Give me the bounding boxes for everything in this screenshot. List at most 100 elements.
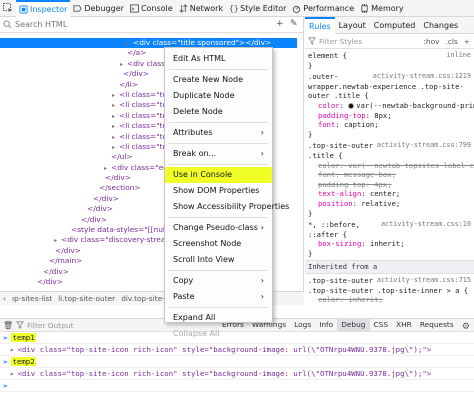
rule-source[interactable]: activity-stream.css:715	[377, 276, 471, 286]
menu-item-use-in-console[interactable]: Use in Console	[165, 167, 272, 183]
expand-toggle-icon[interactable]: ▸	[112, 122, 119, 132]
tab-layout[interactable]: Layout	[335, 17, 370, 34]
tab-memory-label: Memory	[371, 3, 404, 13]
css-property-name: padding-top	[318, 110, 366, 120]
console-settings-icon[interactable]: ⚙	[462, 322, 470, 332]
css-declaration[interactable]: font: message-box;	[308, 170, 471, 180]
css-declaration[interactable]: position: relative;	[308, 199, 471, 209]
console-filter-css[interactable]: CSS	[370, 318, 393, 332]
css-property-value: inherit	[348, 295, 379, 305]
styles-filter-input[interactable]: Filter Styles	[319, 37, 362, 46]
menu-item-attributes[interactable]: Attributes ›	[165, 125, 272, 141]
css-property-name: font	[318, 170, 336, 180]
html-search-input[interactable]	[15, 20, 215, 29]
tab-inspector[interactable]: Inspector	[16, 0, 71, 17]
trash-icon[interactable]: 🗑	[3, 321, 13, 330]
menu-item-change-pseudo-class[interactable]: Change Pseudo-class ›	[165, 220, 272, 236]
menu-item-screenshot-node[interactable]: Screenshot Node	[165, 236, 272, 252]
context-menu: Edit As HTML Create New Node Duplicate Nod…	[164, 47, 289, 338]
menu-item-expand-all[interactable]: Expand All	[165, 310, 272, 326]
tab-debugger-label: Debugger	[84, 3, 124, 13]
node-tag: </a>	[127, 48, 147, 58]
css-property-name: padding-top	[318, 179, 366, 189]
tab-changes[interactable]: Changes	[419, 17, 462, 34]
menu-item-show-accessibility-properties[interactable]: Show Accessibility Properties	[165, 199, 289, 215]
menu-separator	[169, 307, 268, 308]
rule-close: }	[308, 129, 313, 139]
node-tag: <style data-styles="[[null]	[71, 225, 170, 235]
menu-item-duplicate-node[interactable]: Duplicate Node	[165, 88, 272, 104]
node-tag: <div class="	[133, 38, 181, 47]
expand-toggle-icon[interactable]: ▸	[10, 345, 14, 354]
menu-item-scroll-into-view[interactable]: Scroll Into View	[165, 252, 272, 268]
add-node-icon[interactable]: +	[276, 20, 285, 29]
menu-item-paste[interactable]: Paste ›	[165, 289, 272, 305]
console-filter-info[interactable]: Info	[315, 318, 337, 332]
css-declaration[interactable]: font: caption;	[308, 120, 471, 130]
css-declaration[interactable]: color: inherit;	[308, 295, 471, 305]
inherited-header: Inherited from a	[305, 260, 474, 275]
console-icon	[129, 3, 139, 13]
css-property-name: color	[318, 295, 340, 305]
tab-memory[interactable]: Memory	[357, 0, 407, 17]
console-filter-requests[interactable]: Requests	[416, 318, 458, 332]
menu-separator	[169, 69, 268, 70]
color-swatch[interactable]	[348, 102, 355, 109]
markup-toolbar: + ✎	[276, 20, 299, 29]
element-picker-button[interactable]	[0, 0, 16, 17]
svg-text:{}: {}	[229, 4, 238, 13]
console-node-output[interactable]: <div class="top-site-icon rich-icon" sty…	[17, 369, 431, 378]
css-property-value: var(--newtab-background-primary-text-col…	[356, 100, 474, 110]
menu-item-show-dom-properties[interactable]: Show DOM Properties	[165, 183, 272, 199]
css-declaration[interactable]: text-align: center;	[308, 189, 471, 199]
eyedropper-icon[interactable]: ✎	[290, 20, 299, 29]
menu-item-delete-node[interactable]: Delete Node	[165, 104, 272, 120]
css-property-value: var(--newtab-topsites-label-color)	[348, 160, 474, 170]
css-declaration[interactable]: box-sizing: inherit;	[308, 239, 471, 249]
menu-item-label: Change Pseudo-class	[173, 223, 258, 232]
menu-item-label: Collapse All	[173, 329, 220, 338]
class-toggle-button[interactable]: .cls	[445, 37, 457, 46]
rule-source[interactable]: inline	[446, 51, 471, 61]
console-input-text: temp2	[11, 357, 36, 366]
tab-style-editor[interactable]: {} Style Editor	[226, 0, 289, 17]
menu-item-copy[interactable]: Copy ›	[165, 273, 272, 289]
tab-performance[interactable]: Performance	[289, 0, 357, 17]
console-prompt-icon: »	[3, 381, 8, 390]
breadcrumb-item[interactable]: ‹	[0, 294, 9, 303]
sidebar-tabs: Rules Layout Computed Changes	[305, 16, 474, 34]
menu-item-create-new-node[interactable]: Create New Node	[165, 72, 272, 88]
expand-toggle-icon[interactable]: ▸	[10, 369, 14, 378]
css-declaration[interactable]: color: var(--newtab-background-primary-t…	[308, 100, 474, 111]
console-line: ▸ <div class="top-site-icon rich-icon" st…	[0, 344, 474, 356]
picker-icon	[3, 3, 13, 13]
menu-item-edit-as-html[interactable]: Edit As HTML	[165, 51, 272, 67]
css-property-value: caption	[343, 120, 375, 130]
menu-item-label: Create New Node	[173, 75, 243, 84]
hover-state-button[interactable]: :hov	[423, 37, 439, 46]
rule-source[interactable]: activity-stream.css:799	[377, 141, 471, 151]
tab-debugger[interactable]: Debugger	[70, 0, 127, 17]
css-property-value: 4px	[374, 179, 388, 189]
styles-filter-bar: Filter Styles :hov .cls +	[305, 34, 474, 49]
breadcrumb-item[interactable]: li.top-site-outer	[55, 294, 118, 303]
css-declaration[interactable]: color: var(--newtab-topsites-label-color…	[308, 160, 474, 171]
console-filter-logs[interactable]: Logs	[290, 318, 315, 332]
tab-rules[interactable]: Rules	[305, 16, 335, 34]
rule-source[interactable]: activity-stream.css:10	[381, 220, 471, 230]
console-filter-debug[interactable]: Debug	[337, 318, 370, 332]
tab-console[interactable]: Console	[127, 0, 176, 17]
node-tag: </div>	[43, 266, 69, 276]
console-filter-xhr[interactable]: XHR	[392, 318, 416, 332]
console-filter-input[interactable]: Filter Output	[27, 321, 73, 330]
console-line: »	[0, 380, 474, 392]
menu-item-break-on[interactable]: Break on... ›	[165, 146, 272, 162]
css-declaration[interactable]: padding-top: 8px;	[308, 111, 471, 121]
console-node-output[interactable]: <div class="top-site-icon rich-icon" sty…	[17, 345, 431, 354]
add-rule-button[interactable]: +	[464, 37, 470, 46]
tab-network[interactable]: Network	[176, 0, 226, 17]
tab-computed[interactable]: Computed	[370, 17, 420, 34]
rule-source[interactable]: activity-stream.css:1219	[373, 72, 471, 82]
breadcrumb-item[interactable]: ıp-sites-list	[9, 294, 55, 303]
css-declaration[interactable]: padding-top: 4px;	[308, 180, 471, 190]
